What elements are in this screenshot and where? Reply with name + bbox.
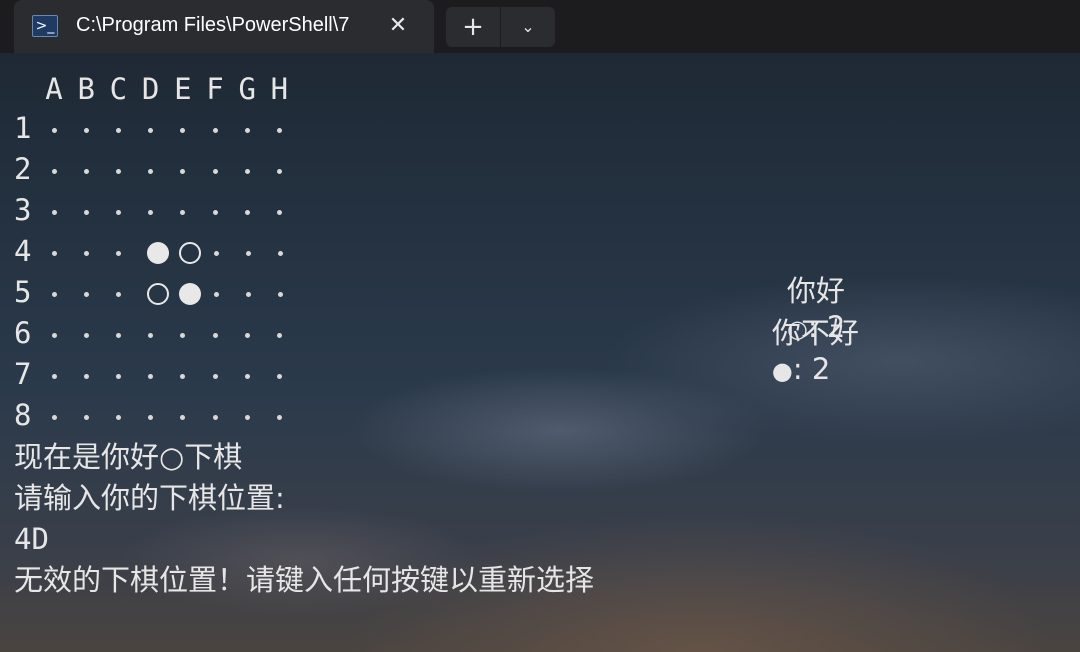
empty-cell bbox=[180, 332, 186, 338]
row-label: 5 bbox=[14, 275, 32, 309]
empty-cell bbox=[83, 250, 89, 256]
empty-cell bbox=[213, 250, 219, 256]
empty-cell bbox=[83, 414, 89, 420]
empty-cell bbox=[212, 209, 218, 215]
empty-cell bbox=[276, 168, 282, 174]
row-label: 2 bbox=[14, 152, 32, 186]
empty-cell bbox=[51, 250, 57, 256]
empty-cell bbox=[83, 332, 89, 338]
stone-white bbox=[147, 283, 169, 305]
empty-cell bbox=[148, 168, 154, 174]
empty-cell bbox=[51, 209, 57, 215]
empty-cell bbox=[148, 209, 154, 215]
user-input: 4D bbox=[14, 522, 49, 556]
empty-cell bbox=[148, 332, 154, 338]
empty-cell bbox=[244, 209, 250, 215]
column-label: B bbox=[77, 72, 95, 106]
column-label: H bbox=[270, 72, 289, 106]
empty-cell bbox=[115, 209, 121, 215]
turn-message: 现在是你好○下棋 bbox=[14, 440, 243, 474]
empty-cell bbox=[51, 291, 57, 297]
error-message: 无效的下棋位置！请键入任何按键以重新选择 bbox=[14, 563, 595, 597]
empty-cell bbox=[180, 414, 186, 420]
empty-cell bbox=[245, 291, 251, 297]
empty-cell bbox=[148, 373, 154, 379]
empty-cell bbox=[180, 373, 186, 379]
empty-cell bbox=[244, 168, 250, 174]
empty-cell bbox=[51, 127, 57, 133]
empty-cell bbox=[115, 127, 121, 133]
row-label: 1 bbox=[14, 111, 32, 145]
player2-symbol: ● bbox=[771, 357, 793, 385]
empty-cell bbox=[244, 414, 250, 420]
empty-cell bbox=[212, 127, 218, 133]
column-label: G bbox=[238, 72, 256, 106]
empty-cell bbox=[51, 414, 57, 420]
close-tab-button[interactable]: ✕ bbox=[384, 12, 412, 40]
column-label: C bbox=[109, 72, 128, 106]
stone-white bbox=[179, 242, 201, 264]
column-label: E bbox=[174, 72, 192, 106]
tab-dropdown-button[interactable]: ⌄ bbox=[501, 7, 555, 47]
empty-cell bbox=[148, 414, 154, 420]
empty-cell bbox=[276, 373, 282, 379]
stone-black bbox=[147, 242, 169, 264]
empty-cell bbox=[148, 127, 154, 133]
empty-cell bbox=[244, 332, 250, 338]
row-label: 6 bbox=[14, 316, 32, 350]
empty-cell bbox=[51, 332, 57, 338]
empty-cell bbox=[244, 373, 250, 379]
row-label: 8 bbox=[14, 398, 32, 432]
empty-cell bbox=[83, 168, 89, 174]
empty-cell bbox=[180, 209, 186, 215]
empty-cell bbox=[276, 332, 282, 338]
empty-cell bbox=[115, 373, 121, 379]
empty-cell bbox=[83, 209, 89, 215]
empty-cell bbox=[245, 250, 251, 256]
tab-title: C:\Program Files\PowerShell\7 bbox=[76, 14, 350, 36]
empty-cell bbox=[276, 209, 282, 215]
stone-black bbox=[179, 283, 201, 305]
player2-score: 你不好 ●: 2 bbox=[735, 276, 859, 420]
row-label: 4 bbox=[14, 234, 32, 268]
empty-cell bbox=[276, 414, 282, 420]
empty-cell bbox=[51, 168, 57, 174]
input-prompt: 请输入你的下棋位置: bbox=[14, 481, 285, 515]
empty-cell bbox=[212, 168, 218, 174]
empty-cell bbox=[115, 414, 121, 420]
empty-cell bbox=[180, 127, 186, 133]
empty-cell bbox=[51, 373, 57, 379]
empty-cell bbox=[212, 373, 218, 379]
empty-cell bbox=[83, 127, 89, 133]
empty-cell bbox=[213, 291, 219, 297]
player2-value: : 2 bbox=[792, 352, 831, 386]
column-label: A bbox=[45, 72, 63, 106]
row-label: 7 bbox=[14, 357, 32, 391]
empty-cell bbox=[244, 127, 250, 133]
empty-cell bbox=[115, 291, 121, 297]
empty-cell bbox=[212, 332, 218, 338]
empty-cell bbox=[115, 168, 121, 174]
title-bar: >_ C:\Program Files\PowerShell\7 ✕ + ⌄ bbox=[0, 0, 1080, 53]
empty-cell bbox=[115, 250, 121, 256]
empty-cell bbox=[180, 168, 186, 174]
empty-cell bbox=[83, 291, 89, 297]
empty-cell bbox=[277, 291, 283, 297]
powershell-icon: >_ bbox=[32, 15, 58, 37]
empty-cell bbox=[83, 373, 89, 379]
empty-cell bbox=[276, 127, 282, 133]
column-label: D bbox=[141, 72, 160, 106]
empty-cell bbox=[277, 250, 283, 256]
player2-label: 你不好 bbox=[771, 316, 859, 350]
row-label: 3 bbox=[14, 193, 32, 227]
new-tab-button[interactable]: + bbox=[446, 7, 500, 47]
terminal-tab[interactable]: >_ C:\Program Files\PowerShell\7 ✕ bbox=[14, 0, 434, 53]
empty-cell bbox=[212, 414, 218, 420]
empty-cell bbox=[115, 332, 121, 338]
column-label: F bbox=[206, 72, 224, 106]
